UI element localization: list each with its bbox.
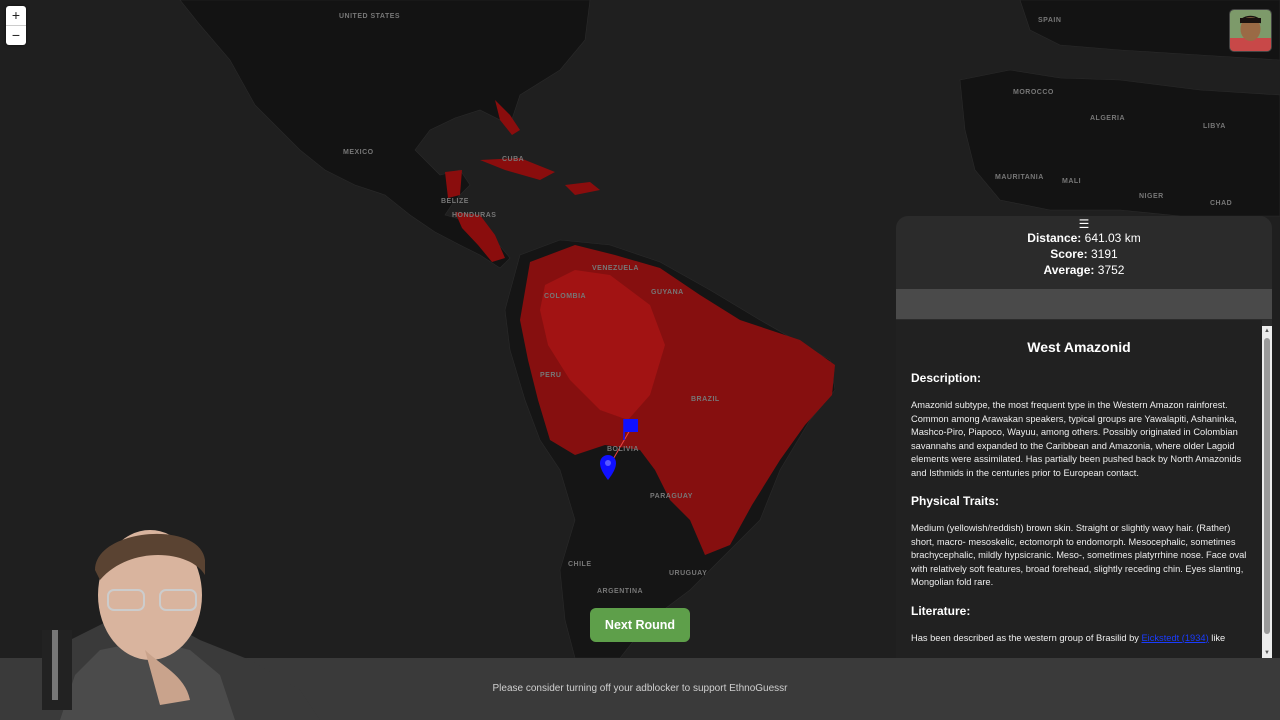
guess-pin-center [605,460,611,466]
panel-divider [896,289,1272,319]
traits-heading: Physical Traits: [911,494,1000,508]
zoom-control: + − [6,6,26,45]
map-label: BRAZIL [691,396,720,403]
description-text: Amazonid subtype, the most frequent type… [911,400,1242,478]
traits-text: Medium (yellowish/reddish) brown skin. S… [911,523,1247,587]
map-label: MOROCCO [1013,89,1054,96]
map-label: NIGER [1139,193,1164,200]
literature-prefix: Has been described as the western group … [911,632,1142,643]
player-avatar[interactable] [1229,9,1272,52]
map-label: CHAD [1210,200,1233,207]
answer-flag-icon [624,419,638,432]
distance-row: Distance: 641.03 km [896,230,1272,246]
panel-menu-icon[interactable]: ☰ [896,218,1272,230]
map-label: COLOMBIA [544,293,587,300]
average-row: Average: 3752 [896,262,1272,278]
result-panel: ☰ Distance: 641.03 km Score: 3191 Averag… [896,216,1272,658]
webcam-overlay [30,530,320,720]
map-label: PARAGUAY [650,493,693,500]
map-label: BOLIVIA [607,446,639,453]
map-label: PERU [540,372,562,379]
average-value: 3752 [1097,263,1125,277]
literature-heading: Literature: [911,603,971,618]
map-label: MAURITANIA [995,174,1044,181]
scroll-down-icon[interactable]: ▼ [1262,649,1272,657]
map-label: UNITED STATES [339,13,401,20]
scrollbar-thumb[interactable] [1264,338,1270,634]
score-row: Score: 3191 [896,246,1272,262]
zoom-in-button[interactable]: + [6,6,26,25]
map-label: MALI [1062,178,1082,185]
score-value: 3191 [1091,247,1118,261]
map-label: ALGERIA [1090,115,1125,122]
map-label: CHILE [568,561,592,568]
map-label: LIBYA [1203,123,1226,130]
distance-value: 641.03 km [1084,231,1141,245]
zoom-out-button[interactable]: − [6,25,26,45]
person-portrait-icon [1230,10,1271,51]
map-label: HONDURAS [452,212,497,219]
literature-suffix: like [1208,632,1226,643]
result-stats: Distance: 641.03 km Score: 3191 Average:… [896,230,1272,278]
distance-label: Distance: [1027,231,1082,245]
map-label: GUYANA [651,289,684,296]
literature-link[interactable]: Eickstedt (1934) [1141,633,1208,643]
scroll-up-icon[interactable]: ▲ [1262,327,1272,335]
map-label: CUBA [502,156,525,163]
map-label: ARGENTINA [597,588,644,595]
map-label: SPAIN [1038,17,1062,24]
description-heading: Description: [911,371,982,385]
map-label: URUGUAY [669,570,708,577]
phenotype-info[interactable]: West Amazonid Description: Amazonid subt… [896,320,1262,658]
phenotype-title: West Amazonid [1027,339,1131,355]
literature-text: Has been described as the western group … [911,632,1247,646]
yucatan [445,170,462,198]
next-round-button[interactable]: Next Round [590,608,690,642]
info-scrollbar[interactable]: ▲ ▼ [1262,326,1272,658]
map-label: VENEZUELA [592,265,639,272]
score-label: Score: [1050,247,1088,261]
map-label: MEXICO [343,149,374,156]
average-label: Average: [1043,263,1095,277]
map-label: BELIZE [441,198,469,205]
africa-landmass [959,69,1280,217]
